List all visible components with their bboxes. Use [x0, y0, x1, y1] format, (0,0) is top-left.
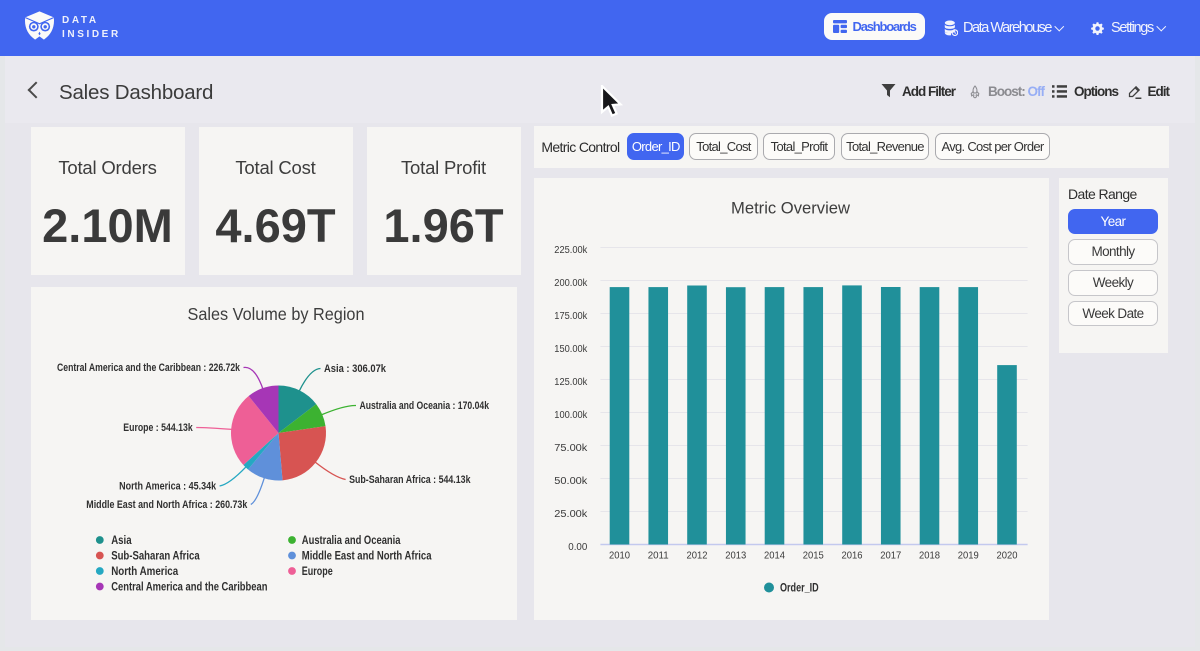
svg-text:Central America and the Caribb: Central America and the Caribbean — [111, 579, 267, 593]
svg-text:75.00k: 75.00k — [554, 443, 588, 454]
svg-text:2016: 2016 — [842, 549, 863, 561]
svg-text:2013: 2013 — [725, 549, 746, 561]
svg-text:Order_ID: Order_ID — [780, 580, 819, 594]
svg-text:Middle East and North Africa :: Middle East and North Africa : 260.73k — [86, 499, 248, 511]
svg-text:North America: North America — [111, 564, 178, 578]
svg-text:100.00k: 100.00k — [554, 410, 588, 421]
svg-text:2015: 2015 — [803, 549, 824, 561]
svg-text:125.00k: 125.00k — [554, 377, 588, 388]
svg-text:2020: 2020 — [997, 549, 1018, 561]
svg-text:2012: 2012 — [687, 549, 708, 561]
svg-text:2019: 2019 — [958, 549, 979, 561]
svg-text:25.00k: 25.00k — [554, 509, 588, 520]
svg-text:Europe : 544.13k: Europe : 544.13k — [123, 422, 193, 434]
svg-text:Metric Overview: Metric Overview — [731, 199, 850, 217]
svg-text:Europe: Europe — [301, 564, 332, 578]
svg-text:2014: 2014 — [764, 549, 785, 561]
svg-text:Middle East and North Africa: Middle East and North Africa — [301, 548, 431, 562]
svg-text:150.00k: 150.00k — [554, 344, 588, 355]
svg-text:Sub-Saharan Africa : 544.13k: Sub-Saharan Africa : 544.13k — [349, 474, 471, 486]
svg-text:Central America and the Caribb: Central America and the Caribbean : 226.… — [57, 362, 241, 374]
svg-text:225.00k: 225.00k — [554, 245, 588, 256]
svg-text:50.00k: 50.00k — [554, 476, 588, 487]
svg-text:Asia: Asia — [111, 533, 132, 547]
svg-text:2017: 2017 — [880, 549, 901, 561]
svg-text:2010: 2010 — [609, 549, 630, 561]
svg-text:Sales Volume by Region: Sales Volume by Region — [187, 304, 364, 324]
svg-text:Sub-Saharan Africa: Sub-Saharan Africa — [111, 548, 200, 562]
svg-text:2011: 2011 — [648, 549, 669, 561]
svg-text:0.00: 0.00 — [568, 542, 587, 553]
svg-text:200.00k: 200.00k — [554, 278, 588, 289]
svg-text:Australia and Oceania: Australia and Oceania — [301, 533, 400, 547]
svg-text:Australia and Oceania : 170.04: Australia and Oceania : 170.04k — [359, 400, 489, 412]
svg-text:North America : 45.34k: North America : 45.34k — [119, 480, 217, 492]
svg-text:2018: 2018 — [919, 549, 940, 561]
svg-text:175.00k: 175.00k — [554, 311, 588, 322]
svg-text:Asia : 306.07k: Asia : 306.07k — [324, 363, 387, 375]
